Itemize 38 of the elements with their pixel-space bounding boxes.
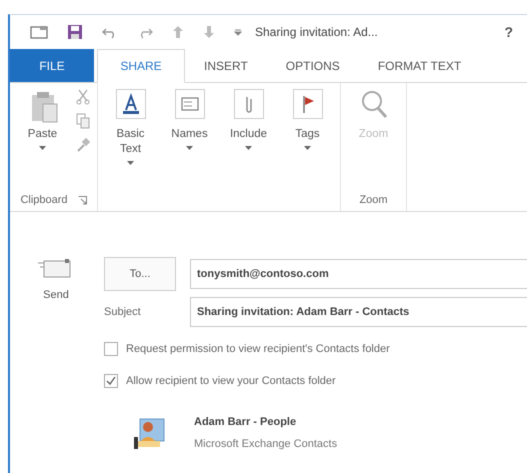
group-label: Clipboard: [20, 194, 68, 206]
caret-icon: [39, 146, 46, 150]
attachment-title[interactable]: Adam Barr - People: [194, 416, 338, 428]
ribbon-button[interactable]: Include: [219, 87, 278, 189]
ribbon-button[interactable]: Basic Text: [101, 87, 160, 189]
customize-icon[interactable]: [234, 28, 242, 36]
ribbon-button[interactable]: Paste: [13, 87, 72, 189]
checkbox[interactable]: [104, 342, 118, 356]
dialog-launcher-icon[interactable]: [78, 196, 87, 204]
send-button[interactable]: Send: [26, 257, 86, 319]
ribbon-button[interactable]: Names: [160, 87, 219, 189]
copy-icon[interactable]: [76, 113, 90, 129]
caret-icon: [245, 146, 252, 150]
to-field[interactable]: tonysmith@contoso.com: [190, 259, 527, 289]
save-icon[interactable]: [67, 24, 83, 40]
window-icon[interactable]: [30, 25, 48, 39]
ribbon-tab[interactable]: OPTIONS: [266, 49, 359, 82]
checkbox[interactable]: [104, 374, 118, 388]
checkbox-label: Allow recipient to view your Contacts folder: [126, 375, 336, 387]
scissors-icon[interactable]: [76, 89, 90, 105]
window-title: Sharing invitation: Ad...: [255, 25, 378, 39]
ribbon-tab[interactable]: INSERT: [185, 49, 267, 82]
caret-icon: [127, 160, 134, 165]
caret-icon: [304, 146, 311, 150]
down-arrow-icon[interactable]: [203, 25, 215, 39]
subject-label: Subject: [104, 306, 142, 318]
group-label: Zoom: [359, 194, 388, 206]
ribbon-tab[interactable]: SHARE: [97, 49, 185, 83]
subject-field[interactable]: Sharing invitation: Adam Barr - Contacts: [190, 297, 527, 327]
attachment-subtitle: Microsoft Exchange Contacts: [194, 438, 338, 450]
caret-icon: [186, 146, 193, 150]
ribbon-tab[interactable]: FORMAT TEXT: [358, 49, 480, 82]
help-button[interactable]: ?: [504, 24, 513, 40]
up-arrow-icon[interactable]: [172, 25, 184, 39]
file-tab[interactable]: FILE: [10, 49, 94, 82]
checkbox-label: Request permission to view recipient's Contacts folder: [126, 343, 390, 355]
to-button[interactable]: To...: [104, 257, 176, 291]
ribbon-button[interactable]: Tags: [278, 87, 337, 189]
